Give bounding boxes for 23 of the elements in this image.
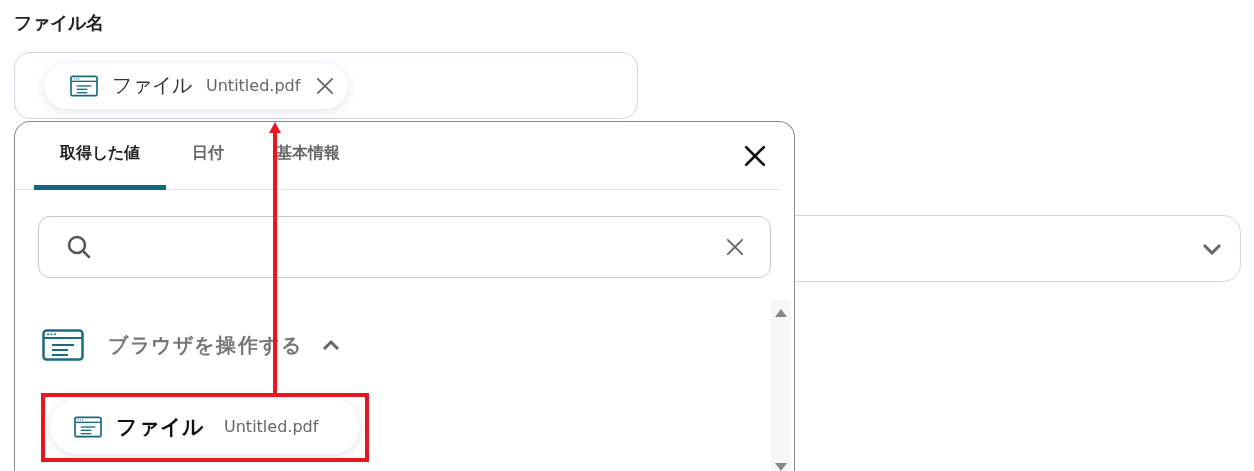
browser-icon xyxy=(70,74,98,97)
tab[interactable]: 日付 xyxy=(166,122,250,190)
value-item[interactable]: ファイル Untitled.pdf xyxy=(50,399,360,454)
token-label: ファイル xyxy=(112,72,192,99)
chevron-up-icon[interactable] xyxy=(322,339,341,351)
scroll-down-icon[interactable] xyxy=(774,462,788,471)
clear-icon[interactable] xyxy=(726,238,744,256)
tab[interactable]: 取得した値 xyxy=(34,122,166,190)
file-name-field[interactable]: ファイル Untitled.pdf xyxy=(14,52,638,119)
item-label: ファイル xyxy=(116,413,204,441)
close-icon[interactable] xyxy=(744,144,766,167)
search-field[interactable] xyxy=(38,216,771,278)
browser-icon xyxy=(42,329,84,361)
browser-icon xyxy=(74,415,102,438)
search-icon xyxy=(66,234,92,260)
chevron-down-icon xyxy=(1202,242,1222,255)
field-label: ファイル名 xyxy=(14,11,104,35)
scroll-up-icon[interactable] xyxy=(774,308,788,318)
tab[interactable]: 基本情報 xyxy=(250,122,366,190)
token-value: Untitled.pdf xyxy=(206,76,301,95)
item-value: Untitled.pdf xyxy=(224,417,319,436)
remove-icon[interactable] xyxy=(316,76,335,95)
scrollbar[interactable] xyxy=(771,300,791,471)
